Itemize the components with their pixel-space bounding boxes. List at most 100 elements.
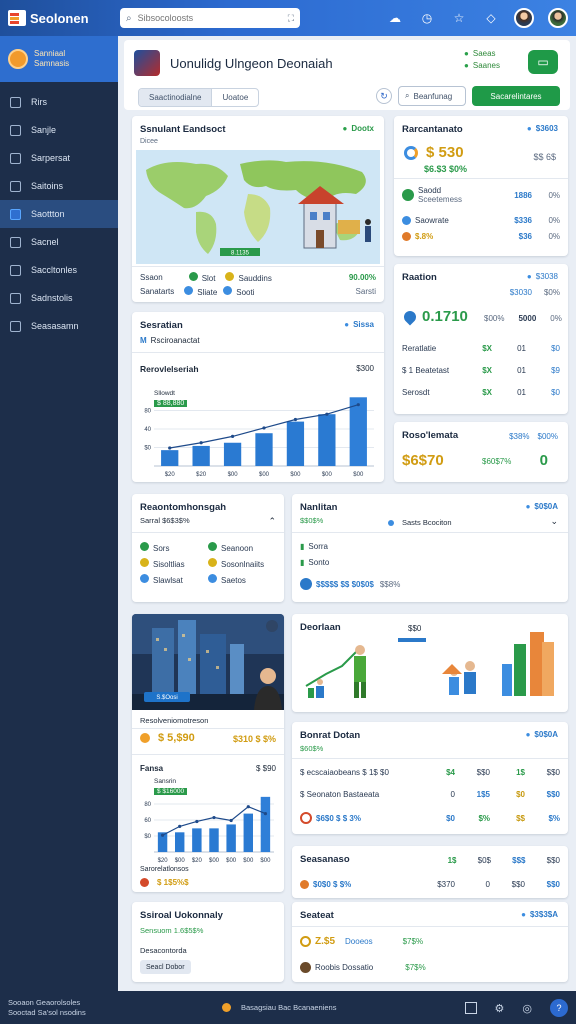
sidebar-header-line: Samnasis: [34, 59, 70, 68]
bar: [255, 433, 273, 466]
header-search-label: Beanfunag: [413, 91, 453, 101]
legend-dot: [184, 286, 194, 295]
sidebar-item-3[interactable]: Sarpersat: [0, 144, 118, 172]
sidebar-item-2[interactable]: Sanjle: [0, 116, 118, 144]
line-point: [262, 426, 266, 430]
region-foot-2: $$8%: [379, 579, 401, 589]
city-card: S.$Oosi Resolveniomotreson $ 5,$90 $310 …: [132, 614, 284, 892]
sidebar-header[interactable]: Sanniaal Samnasis: [0, 36, 118, 82]
social-card: Ssiroal Uokonnaly Sensuom 1.6$5$% Desaco…: [132, 902, 284, 982]
user-icon: [300, 962, 311, 973]
nav-icon: [10, 96, 21, 108]
table-sub: $60$%: [300, 744, 324, 753]
line-point: [199, 441, 203, 445]
row-value: 1886: [514, 190, 532, 200]
dot-icon: [140, 878, 149, 887]
nav-icon: [10, 124, 21, 136]
bar-icon: ▮: [300, 558, 305, 567]
region-title: Nanlitan: [300, 502, 338, 513]
row-value: $$0: [546, 790, 560, 799]
row-value: $X: [482, 344, 492, 353]
scan-icon[interactable]: ⛶: [288, 13, 294, 24]
season-header: 1$ $0$ $$$ $$0: [422, 856, 560, 865]
nav-icon: [10, 208, 21, 220]
header-search-button[interactable]: ⌕ Beanfunag: [398, 86, 466, 106]
table-row[interactable]: $ Seonaton Bastaeata 0 1$5 $0 $$0: [300, 790, 560, 799]
help-icon[interactable]: ?: [550, 999, 568, 1017]
row-label: Sisoltlias: [153, 560, 185, 569]
star-icon[interactable]: ☆: [450, 9, 468, 27]
season-row[interactable]: $0$0 $ $% $370 0 $$0 $$0: [300, 880, 560, 889]
search-input[interactable]: [137, 13, 282, 23]
map-card: Ssnulant Eandsoct Dicee Dootx 8.1135: [132, 116, 384, 302]
summary-pill: $3603: [527, 124, 558, 133]
line-point: [263, 812, 268, 816]
bar: [226, 824, 236, 852]
nav-icon: [10, 236, 21, 248]
tab-secondary[interactable]: Uoatoe: [212, 89, 258, 106]
chevron-down-icon[interactable]: ⌄: [550, 516, 558, 527]
table-title: Bonrat Dotan: [300, 730, 361, 741]
region-filter-label: Sasts Bcociton: [402, 518, 452, 527]
search-icon: ⌕: [405, 91, 410, 100]
sidebar-item-1[interactable]: Rirs: [0, 88, 118, 116]
row-label: $ Seonaton Bastaeata: [300, 790, 380, 799]
dot-icon: [140, 542, 149, 551]
chat-button[interactable]: ▭: [528, 50, 558, 74]
sidebar-item-5[interactable]: Saottton: [0, 200, 118, 228]
globe-icon[interactable]: ◎: [522, 1002, 532, 1015]
y-tick-label: 40: [144, 427, 151, 433]
ratio-row: Reratlatie $X 01 $0: [402, 344, 560, 353]
global-search[interactable]: ⌕ ⛶: [120, 8, 300, 28]
table-row[interactable]: $6$0 $ $ 3% $0 $% $$ $%: [300, 812, 560, 824]
region-filter[interactable]: Sasts Bcociton: [388, 518, 452, 527]
chevron-up-icon[interactable]: ⌃: [268, 516, 276, 527]
bar: [260, 796, 271, 852]
row-label: $ 1 Beatetast: [402, 366, 450, 375]
performance-row: Sisoltlias Sosonlnaiits: [140, 558, 276, 569]
sidebar-item-7[interactable]: Saccltonles: [0, 256, 118, 284]
trend-bar-chart[interactable]: 80 40 $0 $20 $20 $00 $00 $00 $00 $00: [136, 376, 380, 480]
ratio-sub: $3030 $0%: [402, 288, 560, 297]
city-bar-chart[interactable]: 80 60 $0 $20 $00 $20 $00 $00 $00 $00: [136, 772, 280, 866]
ratio-mid-value: $00%: [484, 314, 505, 323]
gauge-icon: [300, 936, 311, 947]
donut-icon: [404, 145, 418, 160]
row-value: $370: [437, 880, 455, 889]
avatar[interactable]: [514, 8, 534, 28]
summary-tag: $$ 6$: [533, 152, 556, 162]
status-badge: Saanes: [464, 61, 500, 70]
bar-icon: ▮: [300, 542, 305, 551]
sidebar-item-6[interactable]: Sacnel: [0, 228, 118, 256]
city-photo[interactable]: S.$Oosi: [132, 614, 284, 710]
avatar-secondary[interactable]: [548, 8, 568, 28]
x-tick-label: $20: [165, 472, 176, 478]
map-card-pill: Dootx: [342, 124, 374, 133]
ratio-sub-value: $3030: [509, 288, 532, 297]
ratio-row: $ 1 Beatetast $X 01 $9: [402, 366, 560, 375]
sidebar-item-4[interactable]: Saitoins: [0, 172, 118, 200]
map-card-title: Ssnulant Eandsoct: [140, 124, 226, 135]
refresh-icon[interactable]: ↻: [376, 88, 392, 104]
line-point: [356, 403, 360, 407]
row-value: $X: [482, 388, 492, 397]
clock-icon[interactable]: ◷: [418, 9, 436, 27]
row-value: $%: [548, 813, 560, 823]
expand-icon[interactable]: [464, 1002, 477, 1014]
world-map[interactable]: 8.1135: [136, 150, 380, 264]
cloud-icon[interactable]: ☁: [386, 9, 404, 27]
settings-icon[interactable]: ⚙: [495, 1002, 505, 1015]
table-row[interactable]: $ ecscaiaobeans $ 1$ $0 $4 $$0 1$ $$0: [300, 768, 560, 777]
sidebar-item-8[interactable]: Sadnstolis: [0, 284, 118, 312]
app-logo[interactable]: Seolonen: [8, 10, 120, 26]
sidebar-item-9[interactable]: Seasasamn: [0, 312, 118, 340]
social-button[interactable]: Seacl Dobor: [140, 960, 191, 974]
legend-dot: [225, 272, 235, 281]
metric-value: $6$70: [402, 452, 444, 469]
tab-primary[interactable]: Saactinodialne: [139, 89, 213, 106]
pin-icon: [401, 308, 419, 325]
primary-action-button[interactable]: Sacarelintares: [472, 86, 560, 106]
dot-icon: [300, 880, 309, 889]
diamond-icon[interactable]: ◇: [482, 9, 500, 27]
region-card: Nanlitan $$0$% $0$0A Sasts Bcociton ⌄ ▮S…: [292, 494, 568, 602]
